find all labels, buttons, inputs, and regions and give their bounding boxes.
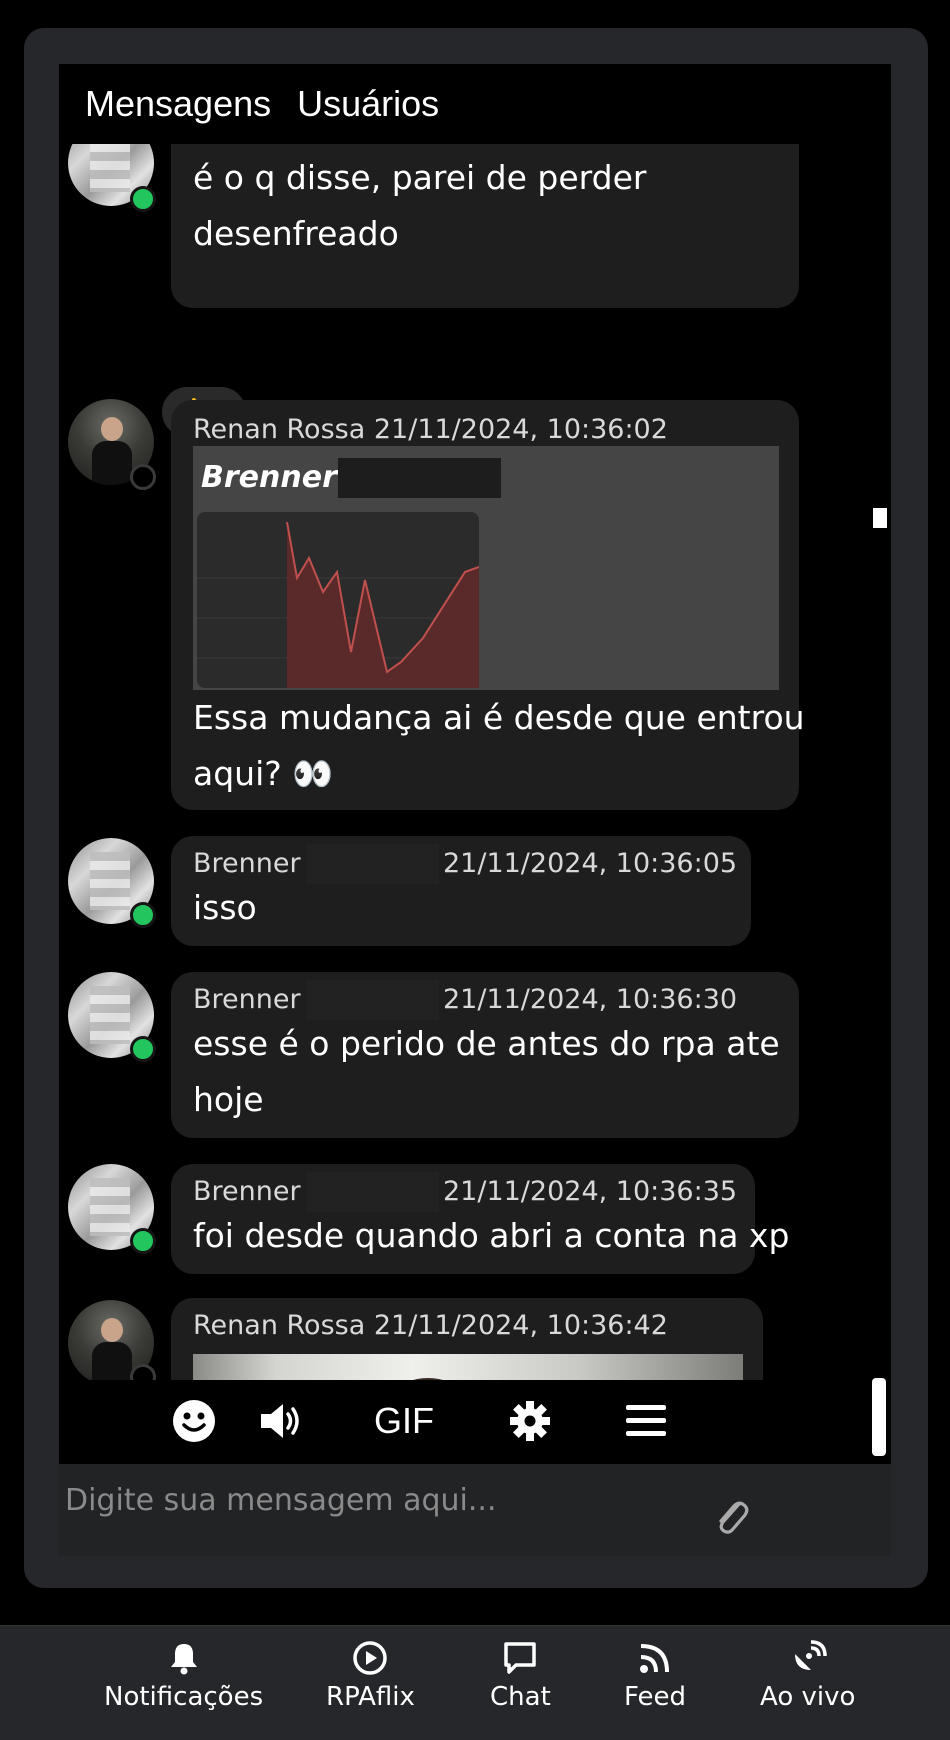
- message-text-line: é o q disse, parei de perder: [193, 158, 647, 197]
- message-timestamp: 21/11/2024, 10:36:30: [443, 984, 738, 1015]
- attached-image[interactable]: Brenner: [193, 446, 779, 690]
- nav-chat[interactable]: Chat: [490, 1640, 551, 1712]
- online-status-dot: [130, 186, 156, 212]
- redaction-block: [338, 458, 501, 498]
- message-text-line: foi desde quando abri a conta na xp: [193, 1216, 790, 1255]
- scrollbar-thumb[interactable]: [872, 1378, 886, 1456]
- message-timestamp: 21/11/2024, 10:36:02: [373, 414, 668, 445]
- online-status-dot: [130, 1036, 156, 1062]
- nav-rpaflix[interactable]: RPAflix: [326, 1640, 415, 1712]
- nav-label: Chat: [490, 1682, 551, 1712]
- scrollbar-thumb[interactable]: [873, 508, 887, 528]
- offline-status-dot: [130, 464, 156, 490]
- message-text-line: esse é o perido de antes do rpa ate: [193, 1024, 780, 1063]
- message-list[interactable]: é o q disse, parei de perder desenfreado…: [59, 144, 891, 1444]
- chat-panel: Mensagens Usuários é o q disse, parei de…: [59, 64, 891, 1556]
- online-status-dot: [130, 1228, 156, 1254]
- quote-author: Brenner: [201, 460, 337, 495]
- message-bubble[interactable]: Brenner 21/11/2024, 10:36:05 isso: [171, 836, 751, 946]
- nav-notificacoes[interactable]: Notificações: [104, 1640, 263, 1712]
- redaction-block: [307, 980, 439, 1020]
- tab-mensagens[interactable]: Mensagens: [85, 83, 271, 125]
- volume-icon: [261, 1404, 299, 1438]
- broadcast-icon: [794, 1640, 827, 1670]
- redaction-block: [307, 844, 439, 884]
- nav-label: Notificações: [104, 1682, 264, 1712]
- message-author: Renan Rossa: [193, 1310, 366, 1341]
- paperclip-icon[interactable]: [709, 1494, 753, 1538]
- play-circle-icon: [353, 1641, 388, 1675]
- menu-button[interactable]: [611, 1386, 681, 1456]
- message-text-line: hoje: [193, 1080, 264, 1119]
- nav-ao-vivo[interactable]: Ao vivo: [760, 1640, 855, 1712]
- chart-thumbnail: [197, 512, 479, 688]
- sound-button[interactable]: [247, 1386, 317, 1456]
- message-author: Renan Rossa: [193, 414, 366, 445]
- nav-feed[interactable]: Feed: [624, 1640, 686, 1712]
- message-bubble[interactable]: é o q disse, parei de perder desenfreado: [171, 144, 799, 308]
- message-timestamp: 21/11/2024, 10:36:42: [373, 1310, 668, 1341]
- nav-label: RPAflix: [326, 1682, 415, 1712]
- gif-button[interactable]: GIF: [359, 1386, 449, 1456]
- settings-button[interactable]: [495, 1386, 565, 1456]
- tab-usuarios[interactable]: Usuários: [297, 83, 439, 125]
- bottom-navigation: Notificações RPAflix Chat Feed Ao vivo: [0, 1625, 950, 1740]
- emoji-button[interactable]: [159, 1386, 229, 1456]
- message-author: Brenner: [193, 984, 301, 1015]
- message-input[interactable]: [65, 1470, 765, 1530]
- redaction-block: [307, 1172, 439, 1212]
- message-text-line: isso: [193, 888, 257, 927]
- message-author: Brenner: [193, 848, 301, 879]
- message-text-line: desenfreado: [193, 214, 399, 253]
- chat-toolbar: GIF: [59, 1378, 891, 1464]
- nav-label: Ao vivo: [760, 1682, 856, 1712]
- message-timestamp: 21/11/2024, 10:36:35: [443, 1176, 738, 1207]
- message-timestamp: 21/11/2024, 10:36:05: [443, 848, 738, 879]
- chat-tabs: Mensagens Usuários: [59, 64, 891, 144]
- message-composer: [59, 1464, 891, 1556]
- message-author: Brenner: [193, 1176, 301, 1207]
- online-status-dot: [130, 902, 156, 928]
- message-text-line: Essa mudança ai é desde que entrou: [193, 698, 805, 737]
- message-bubble[interactable]: Brenner 21/11/2024, 10:36:30 esse é o pe…: [171, 972, 799, 1138]
- rss-icon: [640, 1644, 670, 1673]
- gear-icon: [510, 1401, 550, 1441]
- bell-icon: [170, 1644, 197, 1675]
- nav-label: Feed: [624, 1682, 687, 1712]
- chat-bubble-icon: [504, 1642, 537, 1674]
- message-text-line: aqui? 👀: [193, 754, 334, 793]
- message-bubble[interactable]: Brenner 21/11/2024, 10:36:35 foi desde q…: [171, 1164, 789, 1274]
- hamburger-icon: [626, 1405, 666, 1436]
- smiley-icon: [173, 1400, 215, 1442]
- message-bubble[interactable]: Renan Rossa 21/11/2024, 10:36:02 Brenner…: [171, 400, 805, 810]
